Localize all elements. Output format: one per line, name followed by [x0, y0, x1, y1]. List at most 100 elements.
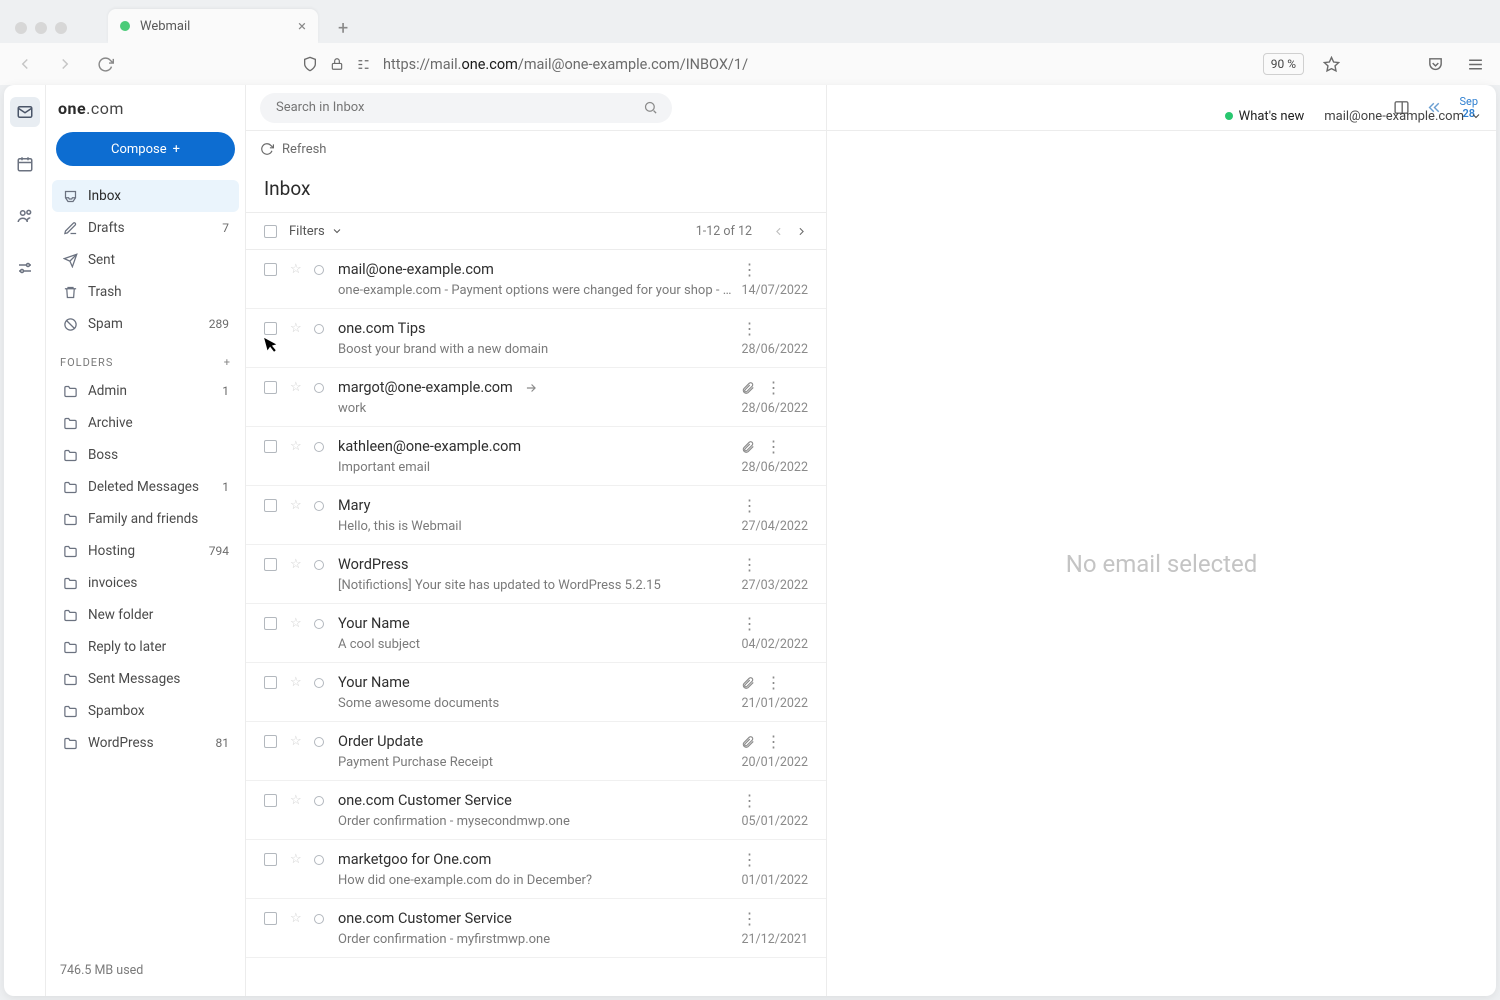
- window-close-dot[interactable]: [15, 22, 27, 34]
- mailbox-trash[interactable]: Trash: [52, 276, 239, 308]
- rail-calendar-icon[interactable]: [10, 149, 40, 179]
- rail-contacts-icon[interactable]: [10, 201, 40, 231]
- star-icon[interactable]: ☆: [290, 793, 306, 808]
- message-checkbox[interactable]: [264, 912, 277, 925]
- tab-close-icon[interactable]: ×: [298, 17, 306, 35]
- star-icon[interactable]: ☆: [290, 675, 306, 690]
- more-icon[interactable]: ⋮: [741, 614, 757, 633]
- message-checkbox[interactable]: [264, 381, 277, 394]
- folder-item[interactable]: Archive: [52, 407, 239, 439]
- folder-item[interactable]: Admin1: [52, 375, 239, 407]
- compose-button[interactable]: Compose +: [56, 132, 235, 166]
- message-row[interactable]: ☆one.com Customer Service ⋮Order confirm…: [246, 899, 826, 958]
- rail-mail-icon[interactable]: [10, 97, 40, 127]
- mailbox-drafts[interactable]: Drafts7: [52, 212, 239, 244]
- more-icon[interactable]: ⋮: [765, 673, 781, 692]
- message-checkbox[interactable]: [264, 440, 277, 453]
- folder-item[interactable]: Reply to later: [52, 631, 239, 663]
- message-row[interactable]: ☆marketgoo for One.com ⋮How did one-exam…: [246, 840, 826, 899]
- filters-dropdown[interactable]: Filters: [289, 224, 343, 239]
- forward-button[interactable]: [52, 51, 78, 77]
- bookmark-star-icon[interactable]: [1318, 56, 1344, 73]
- read-status-icon[interactable]: [314, 855, 324, 865]
- more-icon[interactable]: ⋮: [765, 378, 781, 397]
- search-input[interactable]: [260, 93, 672, 123]
- window-minimize-dot[interactable]: [35, 22, 47, 34]
- message-checkbox[interactable]: [264, 617, 277, 630]
- folder-item[interactable]: WordPress81: [52, 727, 239, 759]
- rail-settings-icon[interactable]: [10, 253, 40, 283]
- read-status-icon[interactable]: [314, 737, 324, 747]
- star-icon[interactable]: ☆: [290, 439, 306, 454]
- more-icon[interactable]: ⋮: [741, 555, 757, 574]
- message-row[interactable]: ☆Mary ⋮Hello, this is Webmail27/04/2022: [246, 486, 826, 545]
- more-icon[interactable]: ⋮: [741, 791, 757, 810]
- message-row[interactable]: ☆one.com Customer Service ⋮Order confirm…: [246, 781, 826, 840]
- more-icon[interactable]: ⋮: [741, 319, 757, 338]
- menu-icon[interactable]: [1462, 56, 1488, 73]
- account-menu[interactable]: mail@one-example.com: [1324, 109, 1482, 124]
- message-row[interactable]: ☆Your Name ⋮A cool subject04/02/2022: [246, 604, 826, 663]
- window-zoom-dot[interactable]: [55, 22, 67, 34]
- more-icon[interactable]: ⋮: [741, 260, 757, 279]
- read-status-icon[interactable]: [314, 678, 324, 688]
- zoom-indicator[interactable]: 90 %: [1263, 53, 1304, 75]
- read-status-icon[interactable]: [314, 501, 324, 511]
- message-row[interactable]: ☆WordPress ⋮[Notifictions] Your site has…: [246, 545, 826, 604]
- back-button[interactable]: [12, 51, 38, 77]
- new-tab-button[interactable]: +: [338, 18, 348, 39]
- refresh-label[interactable]: Refresh: [282, 142, 326, 157]
- message-checkbox[interactable]: [264, 735, 277, 748]
- reload-button[interactable]: [92, 51, 118, 77]
- star-icon[interactable]: ☆: [290, 616, 306, 631]
- browser-tab[interactable]: Webmail ×: [108, 9, 318, 43]
- add-folder-button[interactable]: +: [224, 356, 231, 369]
- folder-item[interactable]: Family and friends: [52, 503, 239, 535]
- more-icon[interactable]: ⋮: [765, 732, 781, 751]
- message-checkbox[interactable]: [264, 322, 277, 335]
- refresh-icon[interactable]: [260, 142, 274, 156]
- message-row[interactable]: ☆kathleen@one-example.com ⋮Important ema…: [246, 427, 826, 486]
- message-row[interactable]: ☆mail@one-example.com ⋮one-example.com -…: [246, 250, 826, 309]
- message-checkbox[interactable]: [264, 558, 277, 571]
- next-page-button[interactable]: [795, 225, 808, 238]
- read-status-icon[interactable]: [314, 265, 324, 275]
- star-icon[interactable]: ☆: [290, 321, 306, 336]
- read-status-icon[interactable]: [314, 383, 324, 393]
- read-status-icon[interactable]: [314, 324, 324, 334]
- message-checkbox[interactable]: [264, 853, 277, 866]
- star-icon[interactable]: ☆: [290, 911, 306, 926]
- mailbox-inbox[interactable]: Inbox: [52, 180, 239, 212]
- folder-item[interactable]: Sent Messages: [52, 663, 239, 695]
- read-status-icon[interactable]: [314, 442, 324, 452]
- message-row[interactable]: ☆Order Update ⋮Payment Purchase Receipt2…: [246, 722, 826, 781]
- prev-page-button[interactable]: [772, 225, 785, 238]
- folder-item[interactable]: Boss: [52, 439, 239, 471]
- message-row[interactable]: ☆one.com Tips ⋮Boost your brand with a n…: [246, 309, 826, 368]
- folder-item[interactable]: Deleted Messages1: [52, 471, 239, 503]
- message-row[interactable]: ☆margot@one-example.com ⋮work28/06/2022: [246, 368, 826, 427]
- whats-new-link[interactable]: What's new: [1225, 109, 1305, 124]
- star-icon[interactable]: ☆: [290, 498, 306, 513]
- folder-item[interactable]: Spambox: [52, 695, 239, 727]
- message-checkbox[interactable]: [264, 676, 277, 689]
- star-icon[interactable]: ☆: [290, 734, 306, 749]
- more-icon[interactable]: ⋮: [765, 437, 781, 456]
- star-icon[interactable]: ☆: [290, 557, 306, 572]
- message-checkbox[interactable]: [264, 263, 277, 276]
- more-icon[interactable]: ⋮: [741, 850, 757, 869]
- folder-item[interactable]: invoices: [52, 567, 239, 599]
- select-all-checkbox[interactable]: [264, 225, 277, 238]
- mailbox-sent[interactable]: Sent: [52, 244, 239, 276]
- url-bar[interactable]: https://mail.one.com/mail@one-example.co…: [132, 56, 1249, 73]
- search-icon[interactable]: [643, 100, 658, 115]
- message-checkbox[interactable]: [264, 499, 277, 512]
- message-row[interactable]: ☆Your Name ⋮Some awesome documents21/01/…: [246, 663, 826, 722]
- message-checkbox[interactable]: [264, 794, 277, 807]
- folder-item[interactable]: New folder: [52, 599, 239, 631]
- star-icon[interactable]: ☆: [290, 380, 306, 395]
- more-icon[interactable]: ⋮: [741, 496, 757, 515]
- read-status-icon[interactable]: [314, 796, 324, 806]
- mailbox-spam[interactable]: Spam289: [52, 308, 239, 340]
- more-icon[interactable]: ⋮: [741, 909, 757, 928]
